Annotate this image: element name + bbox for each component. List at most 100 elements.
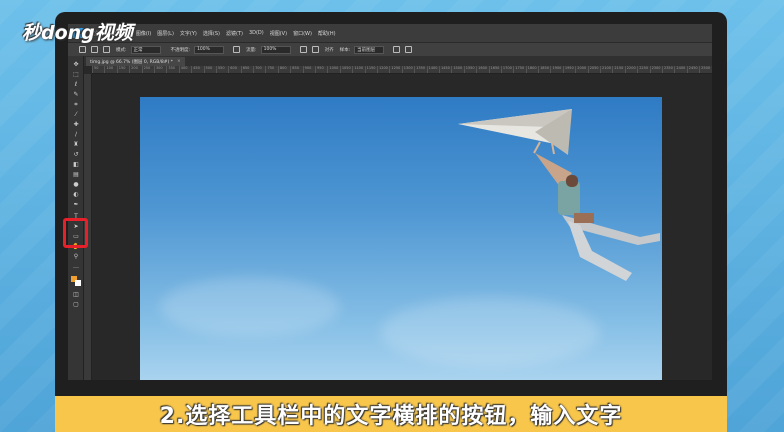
ruler-tick: 550 <box>215 66 228 73</box>
ruler-tick: 2500 <box>699 66 711 73</box>
ruler-tick: 500 <box>203 66 216 73</box>
opacity-label: 不透明度: <box>170 47 191 53</box>
menu-layer[interactable]: 图层(L) <box>157 30 174 37</box>
more-tools-icon[interactable]: … <box>71 262 81 271</box>
screen-mode-icon[interactable]: ▢ <box>71 300 81 309</box>
move-tool-icon[interactable]: ✥ <box>71 60 81 69</box>
ruler-tick: 1050 <box>339 66 352 73</box>
menu-window[interactable]: 窗口(W) <box>293 30 312 37</box>
lasso-tool-icon[interactable]: ℓ <box>71 80 81 89</box>
gradient-tool-icon[interactable]: ▤ <box>71 170 81 179</box>
ruler-tick: 1600 <box>476 66 488 73</box>
ruler-tick: 400 <box>178 66 191 73</box>
ruler-tick: 50 <box>92 66 104 73</box>
history-brush-tool-icon[interactable]: ↺ <box>71 150 81 159</box>
options-bar: 模式: 正常 不透明度: 100% 流量: 100% 对齐 样本: 当前图层 <box>68 42 712 56</box>
type-tool-highlight <box>63 218 88 248</box>
dodge-tool-icon[interactable]: ◐ <box>71 190 81 199</box>
ruler-tick: 900 <box>302 66 315 73</box>
pressure-opacity-icon[interactable] <box>233 46 241 53</box>
ruler-tick: 1400 <box>426 66 439 73</box>
eraser-tool-icon[interactable]: ◧ <box>71 160 81 169</box>
clone-stamp-tool-icon[interactable]: ♜ <box>71 140 81 149</box>
ruler-tick: 1200 <box>376 66 389 73</box>
ignore-adjustment-icon[interactable] <box>393 46 401 53</box>
pen-tool-icon[interactable]: ✒ <box>71 200 81 209</box>
menu-bar: Ps 文件(F) 编辑(E) 图像(I) 图层(L) 文字(Y) 选择(S) 滤… <box>68 24 712 42</box>
mode-label: 模式: <box>116 47 127 53</box>
brush-preset-icon[interactable] <box>91 46 98 53</box>
aligned-label: 对齐 <box>324 47 334 53</box>
airbrush-icon[interactable] <box>299 46 307 53</box>
ruler-tick: 1700 <box>500 66 513 73</box>
ruler-tick: 450 <box>191 66 203 73</box>
document-tab[interactable]: timg.jpg @ 66.7% (图层 0, RGB/8#) * × <box>86 57 185 66</box>
ruler-tick: 1300 <box>401 66 414 73</box>
mode-select[interactable]: 正常 <box>130 45 161 54</box>
menu-view[interactable]: 视图(V) <box>270 30 287 37</box>
ruler-tick: 950 <box>315 66 327 73</box>
watermark-logo: 秒dong视频 <box>22 22 133 44</box>
paper-plane-figure <box>458 109 660 281</box>
color-swatches-icon[interactable] <box>71 275 81 286</box>
ruler-tick: 1550 <box>463 66 476 73</box>
quick-mask-icon[interactable]: ◫ <box>71 290 81 299</box>
ruler-tick: 1250 <box>389 66 401 73</box>
menu-type[interactable]: 文字(Y) <box>180 30 197 37</box>
ruler-tick: 200 <box>129 66 141 73</box>
ruler-tick: 700 <box>253 66 265 73</box>
brush-tool-icon[interactable]: ∕ <box>71 130 81 139</box>
pressure-size-icon[interactable] <box>405 46 413 53</box>
ruler-tick: 350 <box>166 66 178 73</box>
menu-help[interactable]: 帮助(H) <box>318 30 336 37</box>
menu-image[interactable]: 图像(I) <box>136 30 151 37</box>
ruler-tick: 1750 <box>513 66 525 73</box>
ruler-tick: 1500 <box>451 66 463 73</box>
caption-text: 2.选择工具栏中的文字横排的按钮，输入文字 <box>159 404 623 429</box>
ruler-tick: 2350 <box>661 66 674 73</box>
ruler-tick: 2250 <box>637 66 649 73</box>
brush-panel-icon[interactable] <box>103 46 110 53</box>
ruler-tick: 1100 <box>352 66 364 73</box>
ruler-tick: 1900 <box>550 66 562 73</box>
ruler-tick: 2050 <box>587 66 600 73</box>
flow-label: 流量: <box>246 47 257 53</box>
zoom-tool-icon[interactable]: ⚲ <box>71 252 81 261</box>
eyedropper-tool-icon[interactable]: ⁄ <box>71 110 81 119</box>
close-icon[interactable]: × <box>177 59 181 64</box>
crop-tool-icon[interactable]: ⌗ <box>71 100 81 109</box>
quick-select-tool-icon[interactable]: ✎ <box>71 90 81 99</box>
sample-label: 样本: <box>339 47 351 53</box>
ruler-tick: 1150 <box>364 66 377 73</box>
aligned-checkbox[interactable] <box>311 46 319 53</box>
ruler-tick: 2100 <box>600 66 612 73</box>
menu-3d[interactable]: 3D(D) <box>249 30 264 36</box>
menu-filter[interactable]: 滤镜(T) <box>226 30 243 37</box>
sample-select[interactable]: 当前图层 <box>354 45 385 54</box>
menu-select[interactable]: 选择(S) <box>203 30 220 37</box>
healing-brush-tool-icon[interactable]: ✚ <box>71 120 81 129</box>
ruler-tick: 650 <box>240 66 253 73</box>
marquee-tool-icon[interactable]: ⬚ <box>71 70 81 79</box>
tool-preset-icon[interactable] <box>79 46 86 53</box>
canvas-image[interactable] <box>140 97 662 380</box>
ruler-tick: 1350 <box>414 66 426 73</box>
opacity-input[interactable]: 100% <box>194 45 225 54</box>
flow-input[interactable]: 100% <box>260 45 291 54</box>
blur-tool-icon[interactable]: ● <box>71 180 81 189</box>
ruler-tick: 2000 <box>575 66 587 73</box>
ruler-tick: 250 <box>141 66 154 73</box>
ruler-tick: 2150 <box>612 66 624 73</box>
horizontal-ruler: 50 100 150 200 250 300 350 400 450 500 550 600 650 70… <box>92 66 712 74</box>
ruler-tick: 1000 <box>327 66 339 73</box>
document-tab-title: timg.jpg @ 66.7% (图层 0, RGB/8#) * <box>90 59 173 65</box>
ruler-tick: 2400 <box>674 66 686 73</box>
ruler-tick: 850 <box>290 66 302 73</box>
ruler-tick: 150 <box>116 66 129 73</box>
ruler-tick: 2300 <box>649 66 662 73</box>
ruler-tick: 750 <box>265 66 277 73</box>
ruler-tick: 800 <box>277 66 290 73</box>
ruler-tick: 100 <box>104 66 116 73</box>
ruler-tick: 2450 <box>686 66 699 73</box>
ruler-tick: 300 <box>153 66 166 73</box>
